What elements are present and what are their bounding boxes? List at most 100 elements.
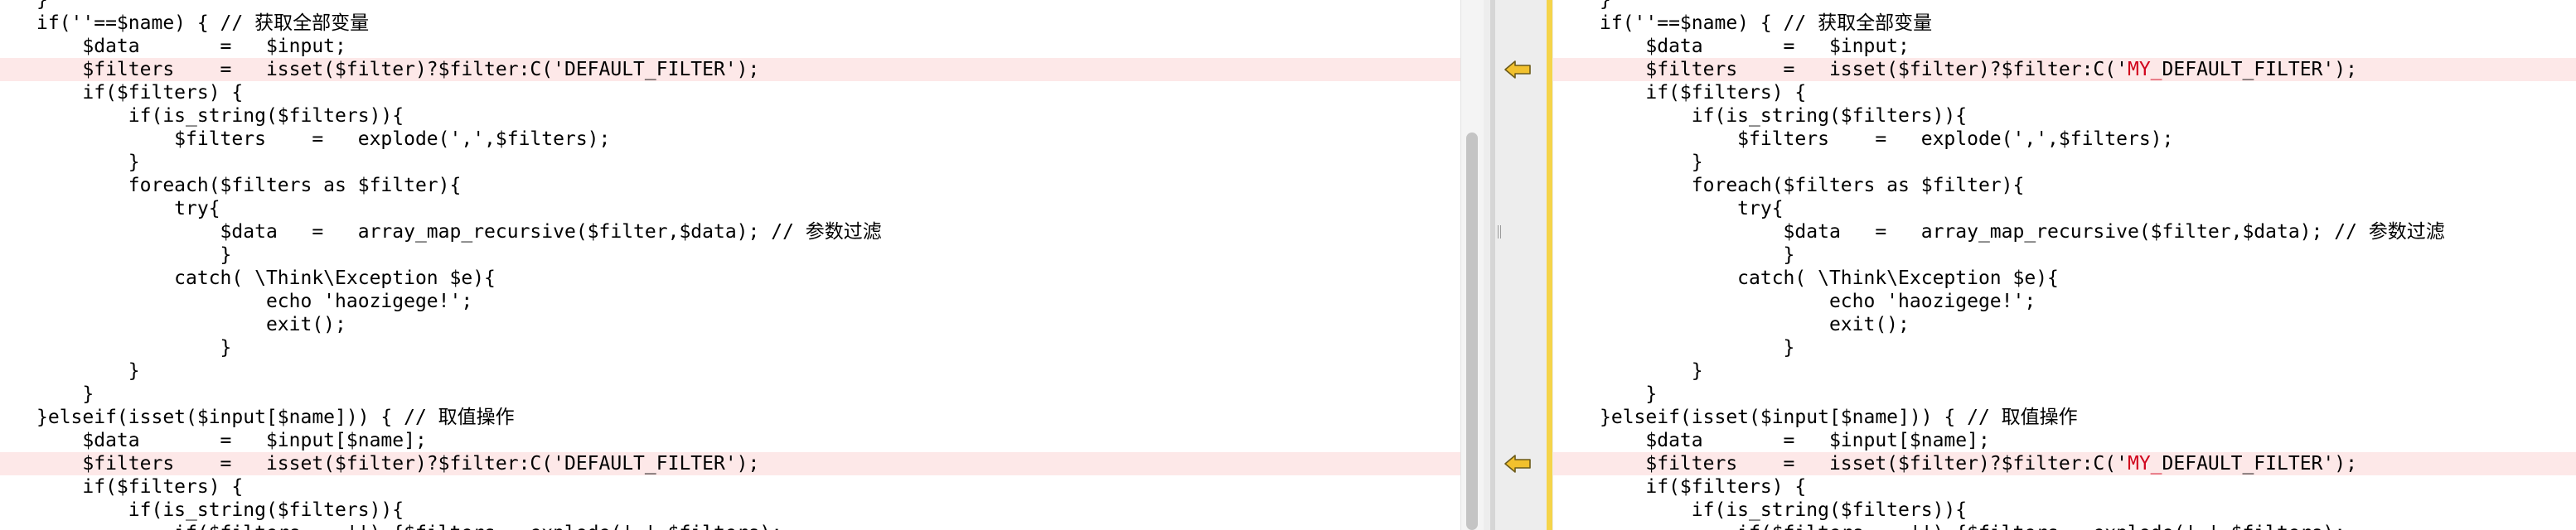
code-line-text: if($filters) {	[36, 476, 244, 498]
code-line[interactable]: catch( \Think\Exception $e){	[0, 267, 1460, 290]
code-line-text: if($filters) {	[1600, 476, 1807, 498]
code-line-text: if($filters == '') {$filters = explode('…	[1600, 522, 2346, 530]
code-line-text: $filters = isset($filter)?$filter:C('MY_…	[1600, 452, 2357, 475]
left-vertical-scrollbar[interactable]	[1460, 0, 1484, 530]
code-line[interactable]: exit();	[1553, 313, 2576, 336]
code-line-text: catch( \Think\Exception $e){	[1600, 267, 2059, 289]
code-line-text: foreach($filters as $filter){	[1600, 175, 2025, 196]
code-line[interactable]: $data = $input[$name];	[1553, 429, 2576, 452]
code-line-text: if($filters == '') {$filters = explode('…	[36, 522, 782, 530]
code-line-text: exit();	[1600, 314, 1910, 335]
code-line[interactable]: }	[0, 243, 1460, 267]
code-line-text: if(''==$name) { // 获取全部变量	[1600, 12, 1933, 34]
code-line-text: try{	[36, 198, 220, 219]
code-line[interactable]: }	[0, 359, 1460, 383]
code-line[interactable]: if(is_string($filters)){	[1553, 104, 2576, 128]
code-line[interactable]: $data = array_map_recursive($filter,$dat…	[1553, 220, 2576, 243]
code-line[interactable]: if($filters) {	[0, 475, 1460, 499]
divider-grip-icon[interactable]	[1498, 225, 1501, 238]
code-line[interactable]: try{	[0, 197, 1460, 220]
code-line-text: }	[1600, 152, 1703, 173]
code-line-text: }	[1600, 360, 1703, 382]
right-code-pane[interactable]: } if(''==$name) { // 获取全部变量 $data = $inpu…	[1553, 0, 2576, 530]
arrow-left-icon[interactable]	[1502, 59, 1535, 80]
code-line[interactable]: if(''==$name) { // 获取全部变量	[1553, 12, 2576, 35]
code-line-text: $data = $input;	[36, 36, 346, 57]
code-line-text: echo 'haozigege!';	[36, 291, 473, 312]
code-line-text: }	[1600, 383, 1658, 405]
highlighted-change: MY_	[2127, 453, 2162, 475]
code-line-text: catch( \Think\Exception $e){	[36, 267, 496, 289]
code-line[interactable]: if($filters) {	[0, 81, 1460, 104]
code-line[interactable]: if(is_string($filters)){	[0, 104, 1460, 128]
code-line[interactable]: if(''==$name) { // 获取全部变量	[0, 12, 1460, 35]
change-marker-bar	[1547, 0, 1552, 530]
code-line[interactable]: }	[0, 0, 1460, 12]
code-line[interactable]: }	[0, 151, 1460, 174]
code-line[interactable]: }	[1553, 0, 2576, 12]
code-line[interactable]: }elseif(isset($input[$name])) { // 取值操作	[1553, 406, 2576, 429]
highlighted-change: MY_	[2127, 59, 2162, 80]
code-line[interactable]: if($filters == '') {$filters = explode('…	[0, 522, 1460, 530]
code-line[interactable]: if($filters) {	[1553, 475, 2576, 499]
code-line[interactable]: $data = $input;	[0, 35, 1460, 58]
arrow-left-icon[interactable]	[1502, 453, 1535, 475]
left-code-pane[interactable]: } if(''==$name) { // 获取全部变量 $data = $inpu…	[0, 0, 1460, 530]
code-line[interactable]: $data = array_map_recursive($filter,$dat…	[0, 220, 1460, 243]
code-line-text: $data = array_map_recursive($filter,$dat…	[36, 221, 882, 243]
code-line[interactable]: }	[1553, 243, 2576, 267]
code-line[interactable]: foreach($filters as $filter){	[0, 174, 1460, 197]
code-line-text: foreach($filters as $filter){	[36, 175, 462, 196]
changed-code-line[interactable]: $filters = isset($filter)?$filter:C('MY_…	[1553, 452, 2576, 475]
changed-code-line[interactable]: $filters = isset($filter)?$filter:C('MY_…	[1553, 58, 2576, 81]
code-line-text: $filters = isset($filter)?$filter:C('MY_…	[1600, 58, 2357, 81]
code-line-text: $filters = explode(',',$filters);	[36, 128, 611, 150]
code-line-text: $filters = isset($filter)?$filter:C('DEF…	[36, 453, 760, 475]
changed-code-line[interactable]: $filters = isset($filter)?$filter:C('DEF…	[0, 58, 1460, 81]
code-line[interactable]: if(is_string($filters)){	[0, 499, 1460, 522]
code-line-text: try{	[1600, 198, 1784, 219]
code-line-text: if(is_string($filters)){	[36, 499, 404, 521]
code-line[interactable]: $data = $input[$name];	[0, 429, 1460, 452]
code-line-text: $data = $input[$name];	[36, 430, 427, 451]
code-line[interactable]: $filters = explode(',',$filters);	[0, 128, 1460, 151]
code-line-text: }	[1600, 0, 1611, 11]
code-line-text: }elseif(isset($input[$name])) { // 取值操作	[36, 407, 515, 428]
code-line[interactable]: if($filters) {	[1553, 81, 2576, 104]
code-line[interactable]: }	[0, 336, 1460, 359]
code-line[interactable]: $data = $input;	[1553, 35, 2576, 58]
code-line[interactable]: }	[1553, 359, 2576, 383]
scrollbar-thumb[interactable]	[1466, 132, 1478, 530]
code-line[interactable]: foreach($filters as $filter){	[1553, 174, 2576, 197]
code-line-text: $filters = explode(',',$filters);	[1600, 128, 2174, 150]
code-line-text: }	[36, 337, 232, 359]
code-line-text: }	[36, 360, 140, 382]
code-line[interactable]: }	[1553, 151, 2576, 174]
code-line-text: }	[1600, 337, 1795, 359]
code-line-text: $filters = isset($filter)?$filter:C('DEF…	[36, 59, 760, 80]
code-line-text: }	[36, 0, 48, 11]
code-segment: DEFAULT_FILTER');	[2162, 453, 2357, 475]
code-line[interactable]: exit();	[0, 313, 1460, 336]
code-line[interactable]: }	[0, 383, 1460, 406]
code-segment: $filters = isset($filter)?$filter:C('	[1600, 453, 2128, 475]
code-line[interactable]: try{	[1553, 197, 2576, 220]
code-line[interactable]: if($filters == '') {$filters = explode('…	[1553, 522, 2576, 530]
code-line[interactable]: if(is_string($filters)){	[1553, 499, 2576, 522]
code-line-text: if(is_string($filters)){	[1600, 499, 1968, 521]
code-line[interactable]: }elseif(isset($input[$name])) { // 取值操作	[0, 406, 1460, 429]
code-line[interactable]: echo 'haozigege!';	[1553, 290, 2576, 313]
code-line[interactable]: }	[1553, 383, 2576, 406]
code-line-text: echo 'haozigege!';	[1600, 291, 2036, 312]
code-line-text: $data = array_map_recursive($filter,$dat…	[1600, 221, 2445, 243]
changed-code-line[interactable]: $filters = isset($filter)?$filter:C('DEF…	[0, 452, 1460, 475]
code-line-text: }	[36, 383, 94, 405]
code-line[interactable]: echo 'haozigege!';	[0, 290, 1460, 313]
pane-divider[interactable]	[1490, 0, 1501, 530]
code-line-text: if(is_string($filters)){	[1600, 105, 1968, 127]
code-line-text: }elseif(isset($input[$name])) { // 取值操作	[1600, 407, 2078, 428]
code-line[interactable]: $filters = explode(',',$filters);	[1553, 128, 2576, 151]
code-line[interactable]: catch( \Think\Exception $e){	[1553, 267, 2576, 290]
code-line[interactable]: }	[1553, 336, 2576, 359]
code-segment: $filters = isset($filter)?$filter:C('	[1600, 59, 2128, 80]
